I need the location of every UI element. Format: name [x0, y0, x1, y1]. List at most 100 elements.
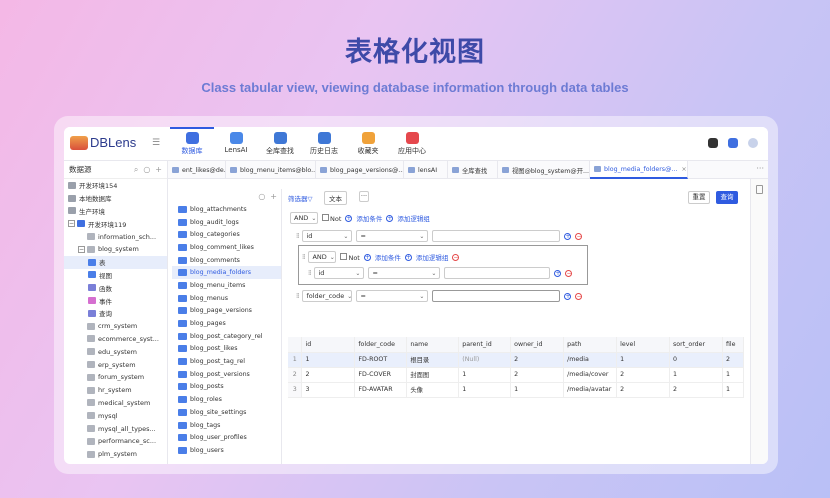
add-condition-icon[interactable]: +: [554, 269, 562, 277]
tree-item[interactable]: crm_system: [64, 320, 167, 333]
grid-column-header[interactable]: id: [301, 337, 356, 353]
add-condition-link[interactable]: 添加条件: [356, 213, 382, 223]
grid-cell[interactable]: 2: [510, 352, 565, 368]
not-checkbox[interactable]: Not: [322, 213, 341, 223]
grid-cell[interactable]: 1: [616, 352, 670, 368]
tree-item[interactable]: 生产环境: [64, 205, 167, 218]
table-list-item[interactable]: blog_menu_items: [172, 279, 281, 292]
tree-item[interactable]: − 开发环境119: [64, 217, 167, 230]
tree-item[interactable]: performance_sc...: [64, 435, 167, 448]
search-icon[interactable]: ○: [258, 192, 265, 201]
grid-cell[interactable]: FD-COVER: [354, 367, 408, 383]
condition-field-select[interactable]: id ⌄: [314, 267, 365, 279]
drag-handle-icon[interactable]: ⁞⁞: [302, 253, 306, 261]
grid-cell[interactable]: 1: [669, 367, 723, 383]
tab[interactable]: blog_media_folders@... ×: [590, 161, 688, 179]
grid-cell[interactable]: 封面图: [406, 367, 460, 383]
condition-value-input[interactable]: [432, 230, 561, 242]
table-list-item[interactable]: blog_audit_logs: [172, 216, 281, 229]
expand-toggle-icon[interactable]: −: [68, 220, 75, 228]
table-list-item[interactable]: blog_categories: [172, 228, 281, 241]
drag-handle-icon[interactable]: ⁞⁞: [296, 232, 300, 240]
table-list-item[interactable]: blog_comments: [172, 254, 281, 267]
remove-condition-icon[interactable]: −: [575, 232, 583, 240]
query-button[interactable]: 查询: [716, 191, 738, 204]
nav-item[interactable]: 收藏夹: [346, 129, 390, 161]
grid-cell[interactable]: 2: [616, 382, 670, 398]
tree-item[interactable]: information_sch...: [64, 230, 167, 243]
grid-cell[interactable]: 1: [722, 367, 745, 383]
document-icon[interactable]: [756, 185, 763, 194]
tree-item[interactable]: 开发环境154: [64, 179, 167, 192]
tree-item[interactable]: forum_system: [64, 371, 167, 384]
tree-item[interactable]: hr_system: [64, 384, 167, 397]
condition-value-input[interactable]: [444, 267, 551, 279]
filter-more-button[interactable]: ···: [359, 191, 369, 202]
grid-column-header[interactable]: sort_order: [669, 337, 723, 353]
add-group-icon[interactable]: +: [386, 214, 394, 222]
tree-item[interactable]: edu_system: [64, 345, 167, 358]
add-group-icon[interactable]: +: [404, 253, 412, 261]
tab[interactable]: lensAI: [404, 161, 448, 179]
grid-cell[interactable]: /media: [563, 352, 618, 368]
grid-column-header[interactable]: [288, 337, 303, 353]
table-list-item[interactable]: blog_tags: [172, 419, 281, 432]
tree-item[interactable]: 事件: [64, 294, 167, 307]
grid-cell[interactable]: 1: [722, 382, 745, 398]
collapse-sidebar-icon[interactable]: ☰: [152, 138, 160, 148]
grid-cell[interactable]: /media/cover: [563, 367, 618, 383]
tree-item[interactable]: 视图: [64, 269, 167, 282]
grid-cell[interactable]: /media/avatar: [563, 382, 618, 398]
table-list-item[interactable]: blog_users: [172, 444, 281, 457]
tree-item[interactable]: erp_system: [64, 358, 167, 371]
grid-column-header[interactable]: file: [722, 337, 745, 353]
tab[interactable]: 视图@blog_system@开...×: [498, 161, 590, 179]
add-condition-icon[interactable]: +: [564, 232, 572, 240]
tree-item[interactable]: mysql_all_types...: [64, 422, 167, 435]
condition-field-select[interactable]: id ⌄: [302, 230, 353, 242]
grid-column-header[interactable]: path: [563, 337, 618, 353]
grid-cell[interactable]: 1: [510, 382, 565, 398]
grid-cell[interactable]: (Null): [458, 352, 512, 368]
table-list-item[interactable]: blog_comment_likes: [172, 241, 281, 254]
add-condition-icon[interactable]: +: [363, 253, 371, 261]
group-logic-select[interactable]: AND ⌄: [308, 251, 337, 263]
table-list-item[interactable]: blog_posts: [172, 381, 281, 394]
root-logic-select[interactable]: AND ⌄: [290, 212, 318, 224]
nav-item[interactable]: 历史日志: [302, 129, 346, 161]
table-row[interactable]: 2 2 FD-COVER 封面图 1 2/media/cover 2 1 1: [288, 367, 745, 383]
grid-cell[interactable]: 2: [616, 367, 670, 383]
tab[interactable]: ent_likes@de...×: [168, 161, 226, 179]
nav-item[interactable]: 应用中心: [390, 129, 434, 161]
table-list-item[interactable]: blog_post_versions: [172, 368, 281, 381]
avatar[interactable]: [748, 138, 758, 148]
expand-toggle-icon[interactable]: −: [78, 245, 85, 253]
tab[interactable]: blog_menu_items@blo...×: [226, 161, 316, 179]
grid-cell[interactable]: 1: [458, 382, 512, 398]
terminal-icon[interactable]: [708, 138, 718, 148]
drag-handle-icon[interactable]: ⁞⁞: [296, 292, 300, 300]
grid-cell[interactable]: 2: [669, 382, 723, 398]
nav-item[interactable]: 全库查找: [258, 129, 302, 161]
grid-cell[interactable]: FD-ROOT: [354, 352, 408, 368]
grid-cell[interactable]: 0: [669, 352, 723, 368]
tree-item[interactable]: 查询: [64, 307, 167, 320]
table-list-item[interactable]: blog_user_profiles: [172, 431, 281, 444]
group-add-group-link[interactable]: 添加逻辑组: [416, 252, 449, 262]
condition-value-input[interactable]: [432, 290, 561, 302]
condition-field-select[interactable]: folder_code ⌄: [302, 290, 353, 302]
lock-icon[interactable]: [728, 138, 738, 148]
add-icon[interactable]: +: [155, 165, 162, 174]
add-condition-icon[interactable]: +: [345, 214, 353, 222]
tabs-more-button[interactable]: ···: [756, 164, 764, 173]
grid-cell[interactable]: 3: [301, 382, 356, 398]
grid-column-header[interactable]: name: [406, 337, 460, 353]
tree-item[interactable]: plm_system: [64, 448, 167, 461]
table-list-item[interactable]: blog_post_likes: [172, 343, 281, 356]
group-not-checkbox[interactable]: Not: [340, 252, 360, 262]
grid-cell[interactable]: 1: [301, 352, 356, 368]
condition-operator-select[interactable]: = ⌄: [356, 290, 429, 302]
nav-item[interactable]: 数据库: [170, 127, 214, 161]
remove-condition-icon[interactable]: −: [565, 269, 573, 277]
tree-item[interactable]: − blog_system: [64, 243, 167, 256]
